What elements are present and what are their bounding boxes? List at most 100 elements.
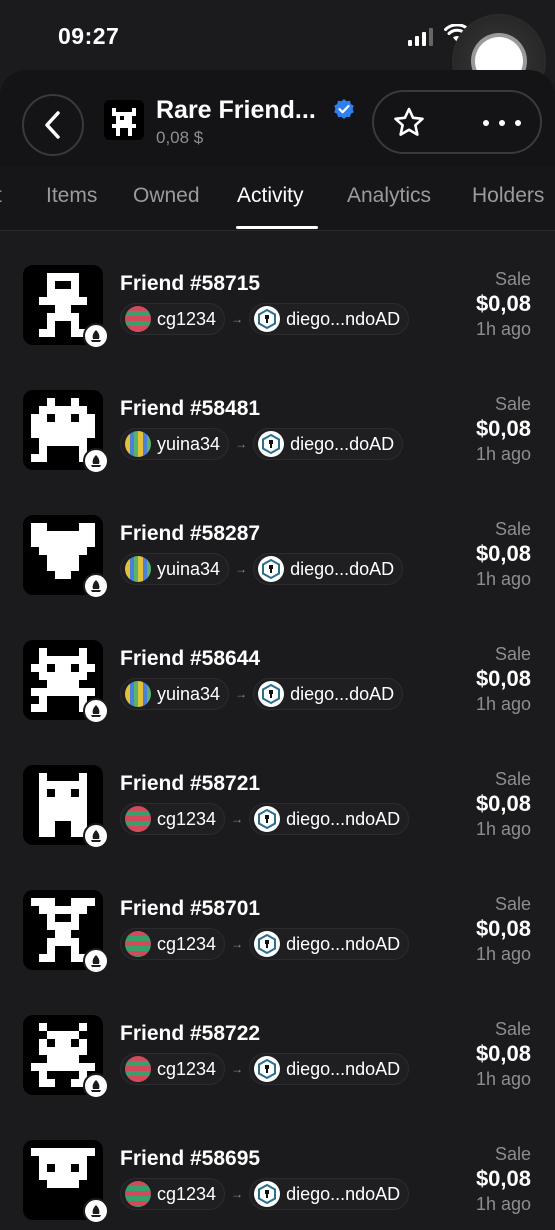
from-username: yuina34 bbox=[157, 558, 221, 579]
sale-meta: Sale $0,08 1h ago bbox=[476, 643, 531, 715]
arrow-right-icon: → bbox=[235, 687, 248, 701]
sale-price: $0,08 bbox=[475, 291, 531, 316]
from-username: cg1234 bbox=[157, 1058, 217, 1079]
from-user-pill[interactable]: cg1234 bbox=[120, 803, 226, 835]
nft-thumbnail[interactable] bbox=[23, 390, 109, 474]
event-type: Sale bbox=[494, 1144, 531, 1164]
to-user-pill[interactable]: diego...ndoAD bbox=[249, 803, 410, 835]
transfer-info: cg1234 → diego...ndoAD bbox=[120, 803, 410, 835]
event-time: 1h ago bbox=[475, 1194, 531, 1214]
to-user-pill[interactable]: diego...ndoAD bbox=[249, 1053, 410, 1085]
event-time: 1h ago bbox=[475, 694, 531, 714]
nft-thumbnail[interactable] bbox=[23, 765, 109, 849]
event-type: Sale bbox=[494, 394, 531, 414]
to-user-pill[interactable]: diego...doAD bbox=[253, 553, 404, 585]
activity-row[interactable]: Friend #58695 cg1234 → diego...ndoAD Sale $0,… bbox=[0, 1105, 555, 1230]
from-user-pill[interactable]: yuina34 bbox=[120, 428, 230, 460]
transfer-info: yuina34 → diego...doAD bbox=[120, 678, 404, 710]
tab-partial[interactable]: ıt bbox=[0, 184, 2, 208]
activity-list: Friend #58715 cg1234 → diego...ndoAD Sale $0,… bbox=[0, 230, 555, 1230]
event-type: Sale bbox=[494, 519, 531, 539]
user-avatar bbox=[258, 556, 285, 582]
star-icon[interactable] bbox=[392, 106, 426, 140]
floor-price: 0,08 $ bbox=[156, 128, 204, 147]
item-name: Friend #58701 bbox=[120, 897, 261, 920]
to-user-pill[interactable]: diego...ndoAD bbox=[249, 928, 410, 960]
activity-row[interactable]: Friend #58721 cg1234 → diego...ndoAD Sale $0,… bbox=[0, 730, 555, 855]
nft-thumbnail[interactable] bbox=[23, 265, 109, 349]
back-button[interactable] bbox=[22, 94, 84, 156]
to-user-pill[interactable]: diego...ndoAD bbox=[249, 1178, 410, 1210]
arrow-right-icon: → bbox=[235, 437, 248, 451]
status-time: 09:27 bbox=[58, 23, 120, 49]
nft-thumbnail[interactable] bbox=[23, 1140, 109, 1224]
to-user-pill[interactable]: diego...ndoAD bbox=[249, 303, 410, 335]
arrow-right-icon: → bbox=[231, 812, 244, 826]
sale-meta: Sale $0,08 1h ago bbox=[476, 1143, 531, 1215]
item-name: Friend #58644 bbox=[120, 647, 261, 670]
sale-meta: Sale $0,08 1h ago bbox=[476, 268, 531, 340]
to-username: diego...doAD bbox=[290, 683, 395, 704]
event-type: Sale bbox=[494, 644, 531, 664]
user-avatar bbox=[125, 1056, 151, 1082]
from-username: cg1234 bbox=[157, 1183, 217, 1204]
sale-meta: Sale $0,08 1h ago bbox=[476, 893, 531, 965]
tab-holders[interactable]: Holders bbox=[472, 184, 544, 208]
sale-price: $0,08 bbox=[475, 416, 531, 441]
event-time: 1h ago bbox=[475, 819, 531, 839]
tab-bar: ıt Items Owned Activity Analytics Holder… bbox=[0, 166, 555, 231]
back-chevron-icon bbox=[45, 111, 60, 139]
user-avatar bbox=[125, 1181, 151, 1207]
event-type: Sale bbox=[494, 1019, 531, 1039]
activity-row[interactable]: Friend #58481 yuina34 → diego...doAD Sale $0,… bbox=[0, 355, 555, 480]
user-avatar bbox=[125, 306, 151, 332]
from-user-pill[interactable]: cg1234 bbox=[120, 303, 226, 335]
event-time: 1h ago bbox=[475, 444, 531, 464]
activity-row[interactable]: Friend #58701 cg1234 → diego...ndoAD Sale $0,… bbox=[0, 855, 555, 980]
tab-analytics[interactable]: Analytics bbox=[347, 184, 431, 208]
nft-thumbnail[interactable] bbox=[23, 890, 109, 974]
activity-row[interactable]: Friend #58715 cg1234 → diego...ndoAD Sale $0,… bbox=[0, 230, 555, 355]
event-time: 1h ago bbox=[475, 319, 531, 339]
activity-row[interactable]: Friend #58287 yuina34 → diego...doAD Sale $0,… bbox=[0, 480, 555, 605]
user-avatar bbox=[125, 931, 151, 957]
to-user-pill[interactable]: diego...doAD bbox=[253, 428, 404, 460]
from-username: cg1234 bbox=[157, 808, 217, 829]
user-avatar bbox=[254, 306, 281, 332]
arrow-right-icon: → bbox=[231, 937, 244, 951]
chain-badge-icon bbox=[83, 323, 109, 349]
from-user-pill[interactable]: cg1234 bbox=[120, 1053, 226, 1085]
sale-meta: Sale $0,08 1h ago bbox=[476, 518, 531, 590]
nft-thumbnail[interactable] bbox=[23, 1015, 109, 1099]
to-username: diego...ndoAD bbox=[286, 808, 401, 829]
header-actions bbox=[372, 90, 542, 154]
transfer-info: cg1234 → diego...ndoAD bbox=[120, 928, 410, 960]
arrow-right-icon: → bbox=[231, 1187, 244, 1201]
tab-owned[interactable]: Owned bbox=[133, 184, 200, 208]
more-icon[interactable] bbox=[478, 106, 526, 140]
nft-thumbnail[interactable] bbox=[23, 515, 109, 599]
tab-items[interactable]: Items bbox=[46, 184, 97, 208]
transfer-info: yuina34 → diego...doAD bbox=[120, 553, 404, 585]
from-user-pill[interactable]: cg1234 bbox=[120, 928, 226, 960]
user-avatar bbox=[125, 681, 151, 707]
transfer-info: cg1234 → diego...ndoAD bbox=[120, 303, 410, 335]
chain-badge-icon bbox=[83, 448, 109, 474]
user-avatar bbox=[125, 431, 151, 457]
chain-badge-icon bbox=[83, 948, 109, 974]
from-user-pill[interactable]: yuina34 bbox=[120, 678, 230, 710]
tab-activity[interactable]: Activity bbox=[237, 184, 304, 208]
chain-badge-icon bbox=[83, 698, 109, 724]
user-avatar bbox=[254, 931, 281, 957]
from-user-pill[interactable]: cg1234 bbox=[120, 1178, 226, 1210]
sale-price: $0,08 bbox=[475, 791, 531, 816]
from-user-pill[interactable]: yuina34 bbox=[120, 553, 230, 585]
activity-row[interactable]: Friend #58644 yuina34 → diego...doAD Sale $0,… bbox=[0, 605, 555, 730]
to-user-pill[interactable]: diego...doAD bbox=[253, 678, 404, 710]
to-username: diego...ndoAD bbox=[286, 1058, 401, 1079]
to-username: diego...doAD bbox=[290, 433, 395, 454]
activity-row[interactable]: Friend #58722 cg1234 → diego...ndoAD Sale $0,… bbox=[0, 980, 555, 1105]
sale-meta: Sale $0,08 1h ago bbox=[476, 1018, 531, 1090]
nft-thumbnail[interactable] bbox=[23, 640, 109, 724]
arrow-right-icon: → bbox=[231, 1062, 244, 1076]
